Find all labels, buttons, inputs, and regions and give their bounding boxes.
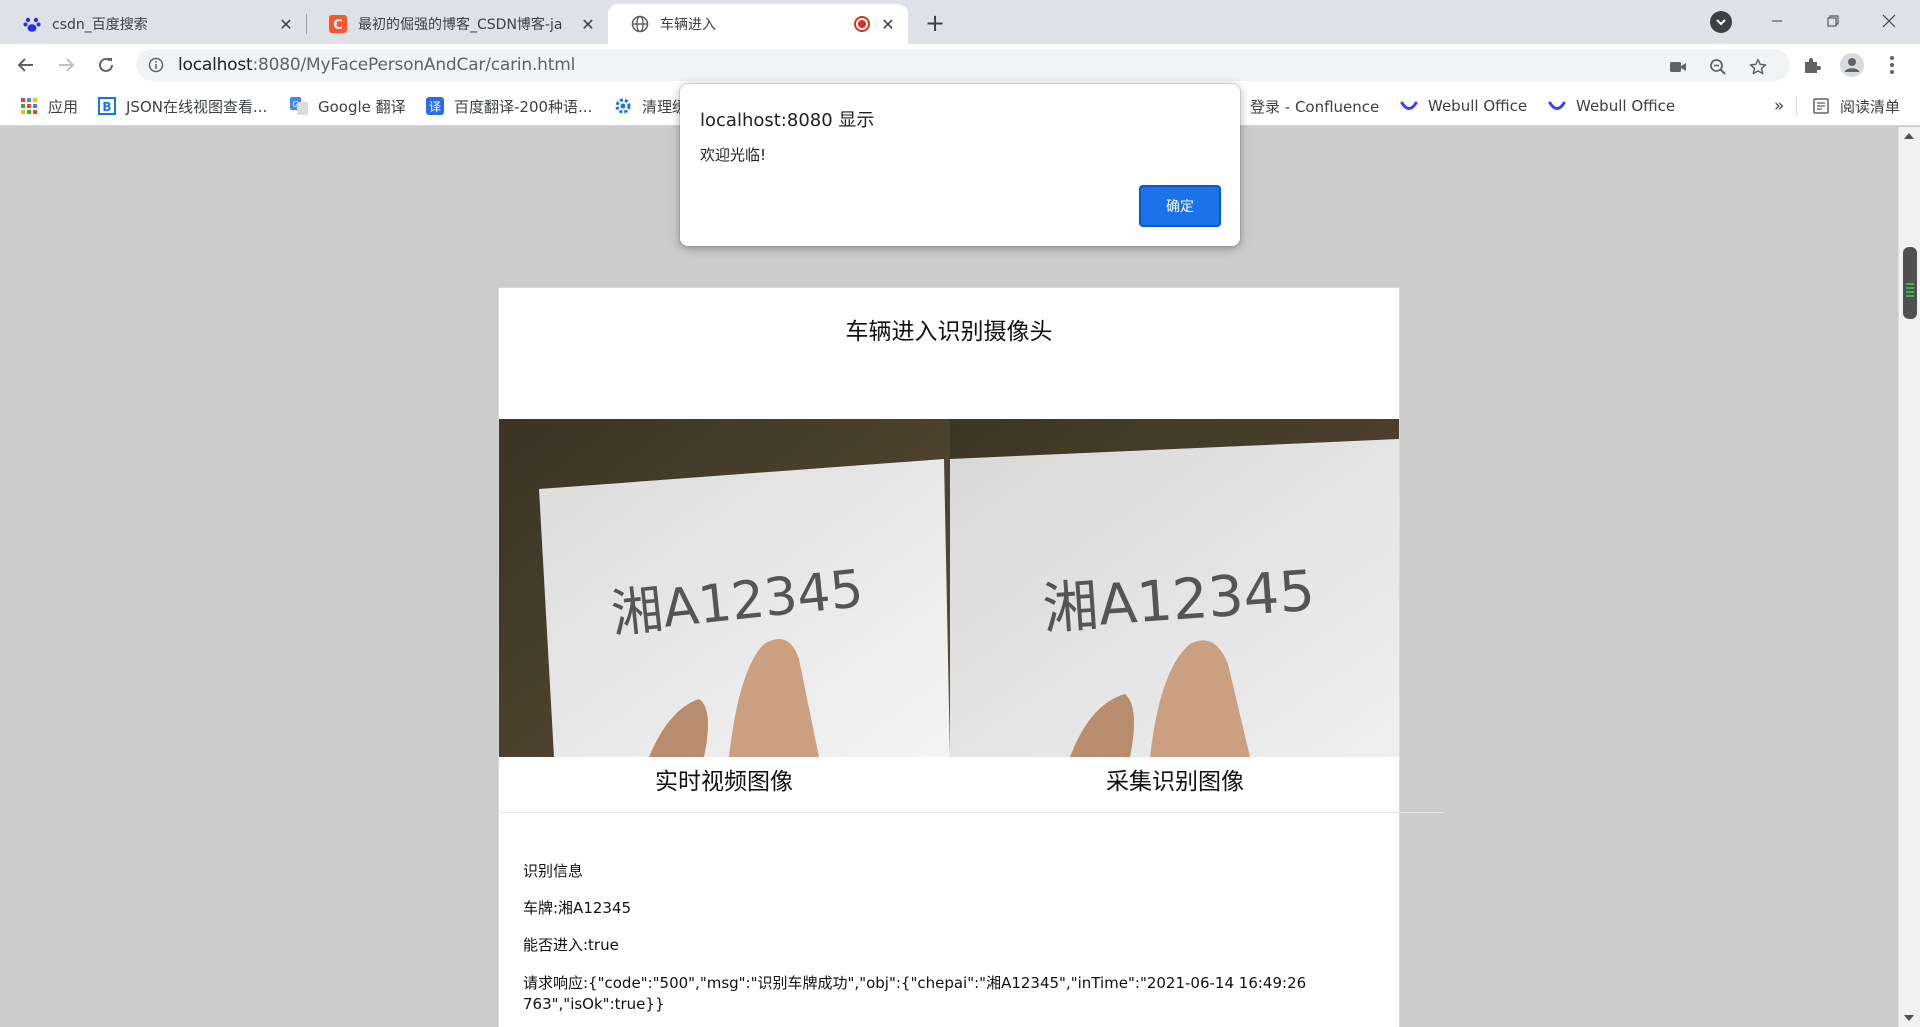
reading-list-icon [1812, 97, 1830, 115]
svg-text:C: C [333, 18, 343, 33]
minimize-icon[interactable] [1754, 4, 1800, 38]
url-text: localhost:8080/MyFacePersonAndCar/carin.… [178, 55, 575, 75]
bookmark-label: 应用 [48, 97, 79, 116]
plate-line: 车牌:湘A12345 [523, 899, 632, 917]
baidu-translate-icon: 译 [426, 97, 444, 115]
page-viewport: 车辆进入识别摄像头 湘A12345 湘A12345 实时视频图像 采集识别图像 … [0, 127, 1898, 1027]
response-text-1: 请求响应:{"code":"500","msg":"识别车牌成功","obj":… [523, 974, 1307, 992]
info-title: 识别信息 [523, 862, 584, 880]
response-text-2: 763","isOk":true}} [523, 995, 665, 1013]
globe-icon [630, 14, 650, 34]
url-path: :8080/MyFacePersonAndCar/carin.html [252, 55, 576, 75]
bookmark-confluence[interactable]: 登录 - Confluence [1222, 94, 1379, 118]
response-line: 请求响应:{"code":"500","msg":"识别车牌成功","obj":… [523, 973, 1363, 1015]
tab-search-icon[interactable] [1710, 11, 1732, 33]
car-entry-card: 车辆进入识别摄像头 湘A12345 湘A12345 实时视频图像 采集识别图像 … [498, 287, 1444, 1027]
scroll-down-arrow-icon[interactable] [1904, 1015, 1914, 1021]
webull-icon [1400, 97, 1418, 115]
tab-car-entry[interactable]: 车辆进入 ✕ [608, 4, 908, 44]
reading-list-button[interactable]: 阅读清单 [1812, 94, 1900, 118]
back-arrow-icon[interactable] [10, 49, 42, 81]
scrollbar-thumb[interactable] [1903, 247, 1917, 319]
bookmarks-overflow-button[interactable]: » [1774, 94, 1784, 118]
apps-grid-icon [20, 97, 38, 115]
gear-icon [614, 97, 632, 115]
ok-button[interactable]: 确定 [1139, 185, 1221, 227]
baidu-paw-icon [22, 14, 42, 34]
reading-list-label: 阅读清单 [1840, 97, 1901, 116]
bookmarks-divider [1796, 96, 1797, 116]
svg-text:译: 译 [429, 100, 441, 114]
bookmark-apps[interactable]: 应用 [20, 94, 78, 118]
bookmark-json-viewer[interactable]: B JSON在线视图查看... [98, 94, 267, 118]
bookmark-label: Google 翻译 [318, 97, 406, 116]
bookmark-star-icon[interactable] [1748, 57, 1768, 77]
bookmark-webull-2[interactable]: Webull Office [1548, 94, 1675, 118]
recording-icon [854, 16, 870, 32]
forward-arrow-icon[interactable] [50, 49, 82, 81]
tab-title: 车辆进入 [660, 17, 716, 33]
dialog-title: localhost:8080 显示 [700, 110, 875, 131]
bookmark-label: 百度翻译-200种语... [454, 97, 593, 116]
bookmark-clear-cache[interactable]: 清理缓 [614, 94, 687, 118]
extensions-puzzle-icon[interactable] [1800, 53, 1824, 77]
camera-in-use-icon[interactable] [1668, 57, 1688, 77]
b-icon: B [98, 97, 116, 115]
page-scrollbar[interactable] [1898, 127, 1920, 1027]
url-host: localhost [178, 55, 253, 75]
bookmark-label: 登录 - Confluence [1250, 97, 1380, 116]
captured-image-label: 采集识别图像 [1106, 769, 1244, 795]
address-bar[interactable]: localhost:8080/MyFacePersonAndCar/carin.… [136, 49, 1790, 81]
close-window-icon[interactable] [1866, 4, 1912, 38]
bookmark-label: JSON在线视图查看... [126, 97, 268, 116]
section-divider [499, 812, 1444, 813]
tab-title: 最初的倔强的博客_CSDN博客-ja [358, 17, 563, 33]
bookmark-label: Webull Office [1576, 97, 1676, 115]
dialog-message: 欢迎光临! [700, 146, 767, 164]
profile-avatar-icon[interactable] [1840, 53, 1864, 77]
restore-icon[interactable] [1810, 4, 1856, 38]
zoom-out-icon[interactable] [1708, 57, 1728, 77]
alert-dialog: localhost:8080 显示 欢迎光临! 确定 [680, 84, 1240, 246]
bookmark-baidu-translate[interactable]: 译 百度翻译-200种语... [426, 94, 592, 118]
csdn-icon: C [328, 14, 348, 34]
tab-csdn-blog[interactable]: C 最初的倔强的博客_CSDN博客-ja ✕ [306, 4, 608, 44]
live-video-feed: 湘A12345 [499, 419, 950, 757]
page-title: 车辆进入识别摄像头 [845, 319, 1053, 345]
bookmark-webull-1[interactable]: Webull Office [1400, 94, 1527, 118]
svg-text:G: G [292, 100, 298, 109]
scroll-up-arrow-icon[interactable] [1904, 133, 1914, 139]
new-tab-button[interactable]: + [920, 8, 950, 38]
bookmark-google-translate[interactable]: G Google 翻译 [290, 94, 406, 118]
tab-baidu-search[interactable]: csdn_百度搜索 ✕ [0, 4, 306, 44]
reload-icon[interactable] [90, 49, 122, 81]
close-tab-icon[interactable]: ✕ [876, 12, 900, 36]
bookmark-label: Webull Office [1428, 97, 1528, 115]
tab-strip: csdn_百度搜索 ✕ C 最初的倔强的博客_CSDN博客-ja ✕ 车辆进入 … [0, 0, 1920, 44]
captured-image: 湘A12345 [950, 419, 1399, 757]
site-info-icon[interactable] [148, 57, 164, 73]
close-tab-icon[interactable]: ✕ [576, 12, 600, 36]
more-menu-icon[interactable] [1880, 53, 1904, 77]
google-translate-icon: G [290, 97, 308, 115]
close-tab-icon[interactable]: ✕ [274, 12, 298, 36]
enter-line: 能否进入:true [523, 936, 619, 954]
live-video-label: 实时视频图像 [655, 769, 793, 795]
svg-text:B: B [102, 100, 111, 114]
tab-title: csdn_百度搜索 [52, 17, 148, 33]
browser-toolbar: localhost:8080/MyFacePersonAndCar/carin.… [0, 44, 1920, 86]
webull-icon [1548, 97, 1566, 115]
